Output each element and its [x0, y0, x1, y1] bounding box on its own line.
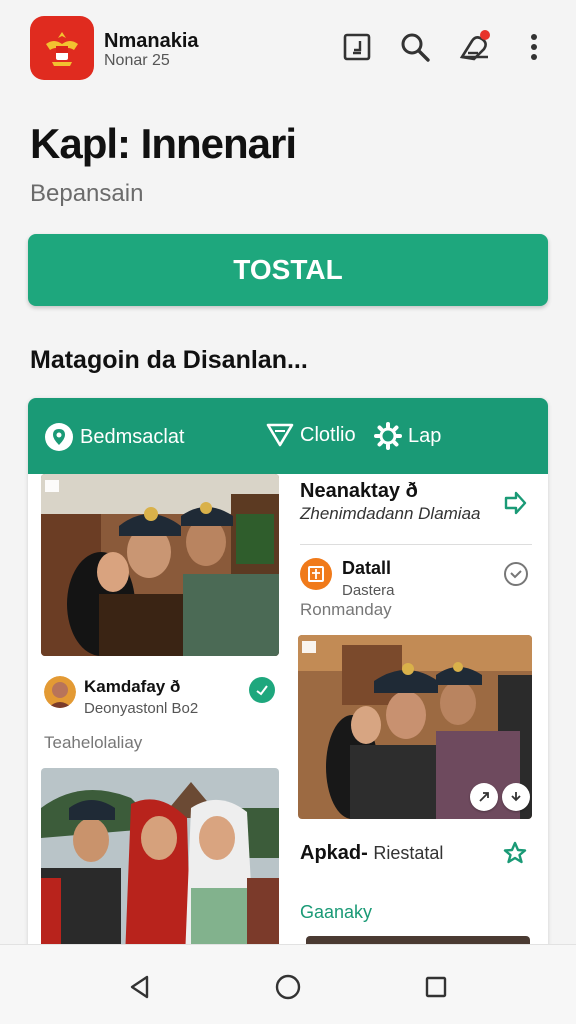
post-photo-community-group[interactable] [41, 768, 279, 958]
app-header: Nmanakia Nonar 25 [0, 0, 576, 100]
right-post-title[interactable]: Neanaktay ð [300, 480, 418, 503]
gear-icon [374, 422, 402, 450]
tab-location-label: Bedmsaclat [80, 425, 185, 448]
system-navigation-bar [0, 944, 576, 1024]
page-title: Kapl: Innenari [30, 120, 297, 167]
post-title-rest: Riestatal [373, 843, 444, 863]
section-title: Matagoin da Disanlan... [30, 346, 308, 374]
recents-icon[interactable] [418, 969, 454, 1005]
back-icon[interactable] [122, 969, 158, 1005]
notification-icon[interactable] [458, 30, 492, 64]
location-pin-icon [44, 422, 74, 452]
app-logo[interactable] [30, 16, 94, 80]
edit-icon[interactable] [340, 30, 374, 64]
avatar[interactable] [44, 676, 76, 708]
tab-settings-label: Lap [408, 424, 442, 447]
expand-icon[interactable] [470, 783, 498, 811]
star-icon[interactable] [502, 840, 528, 866]
post-title[interactable]: Apkad- Riestatal [300, 842, 443, 865]
item-subtitle: Dastera [342, 582, 395, 599]
tab-filter[interactable]: Clotlio [266, 422, 356, 448]
post-caption: Teahelolaliay [44, 733, 143, 752]
item-caption: Ronmanday [300, 600, 392, 619]
tab-settings[interactable]: Lap [374, 422, 441, 450]
tab-filter-label: Clotlio [300, 423, 356, 446]
app-screen: Nmanakia Nonar 25 Kapl: Innenari Bepansa… [0, 0, 576, 1024]
divider [300, 544, 532, 545]
feed-card: Bedmsaclat Clotlio Lap Kamdafay ð Deonya… [28, 398, 548, 958]
item-thumbnail-icon[interactable] [300, 558, 332, 590]
download-icon[interactable] [502, 783, 530, 811]
more-menu-icon[interactable] [518, 30, 550, 64]
card-tab-bar: Bedmsaclat Clotlio Lap [28, 398, 548, 474]
verified-check-icon[interactable] [249, 677, 275, 703]
item-name[interactable]: Datall [342, 558, 391, 579]
post-title-main: Apkad- [300, 842, 368, 864]
share-icon[interactable] [502, 490, 528, 516]
search-icon[interactable] [398, 30, 432, 64]
notification-badge [480, 30, 490, 40]
post-photo-officers-group[interactable] [298, 635, 532, 819]
post-author-name[interactable]: Kamdafay ð [84, 677, 180, 697]
garuda-emblem-icon [46, 32, 78, 66]
app-subtitle: Nonar 25 [104, 52, 170, 69]
page-subtitle: Bepansain [30, 180, 144, 207]
app-name: Nmanakia [104, 30, 199, 52]
right-post-subtitle: Zhenimdadann Dlamiaa [300, 504, 481, 523]
post-photo-officers-family[interactable] [41, 474, 279, 656]
tab-location[interactable]: Bedmsaclat [44, 422, 185, 452]
home-icon[interactable] [270, 969, 306, 1005]
post-caption-link[interactable]: Gaanaky [300, 902, 372, 923]
filter-icon [266, 422, 294, 448]
post-author-subtitle: Deonyastonl Bo2 [84, 700, 199, 717]
timer-icon[interactable] [502, 560, 530, 588]
primary-action-button[interactable]: TOSTAL [28, 234, 548, 306]
